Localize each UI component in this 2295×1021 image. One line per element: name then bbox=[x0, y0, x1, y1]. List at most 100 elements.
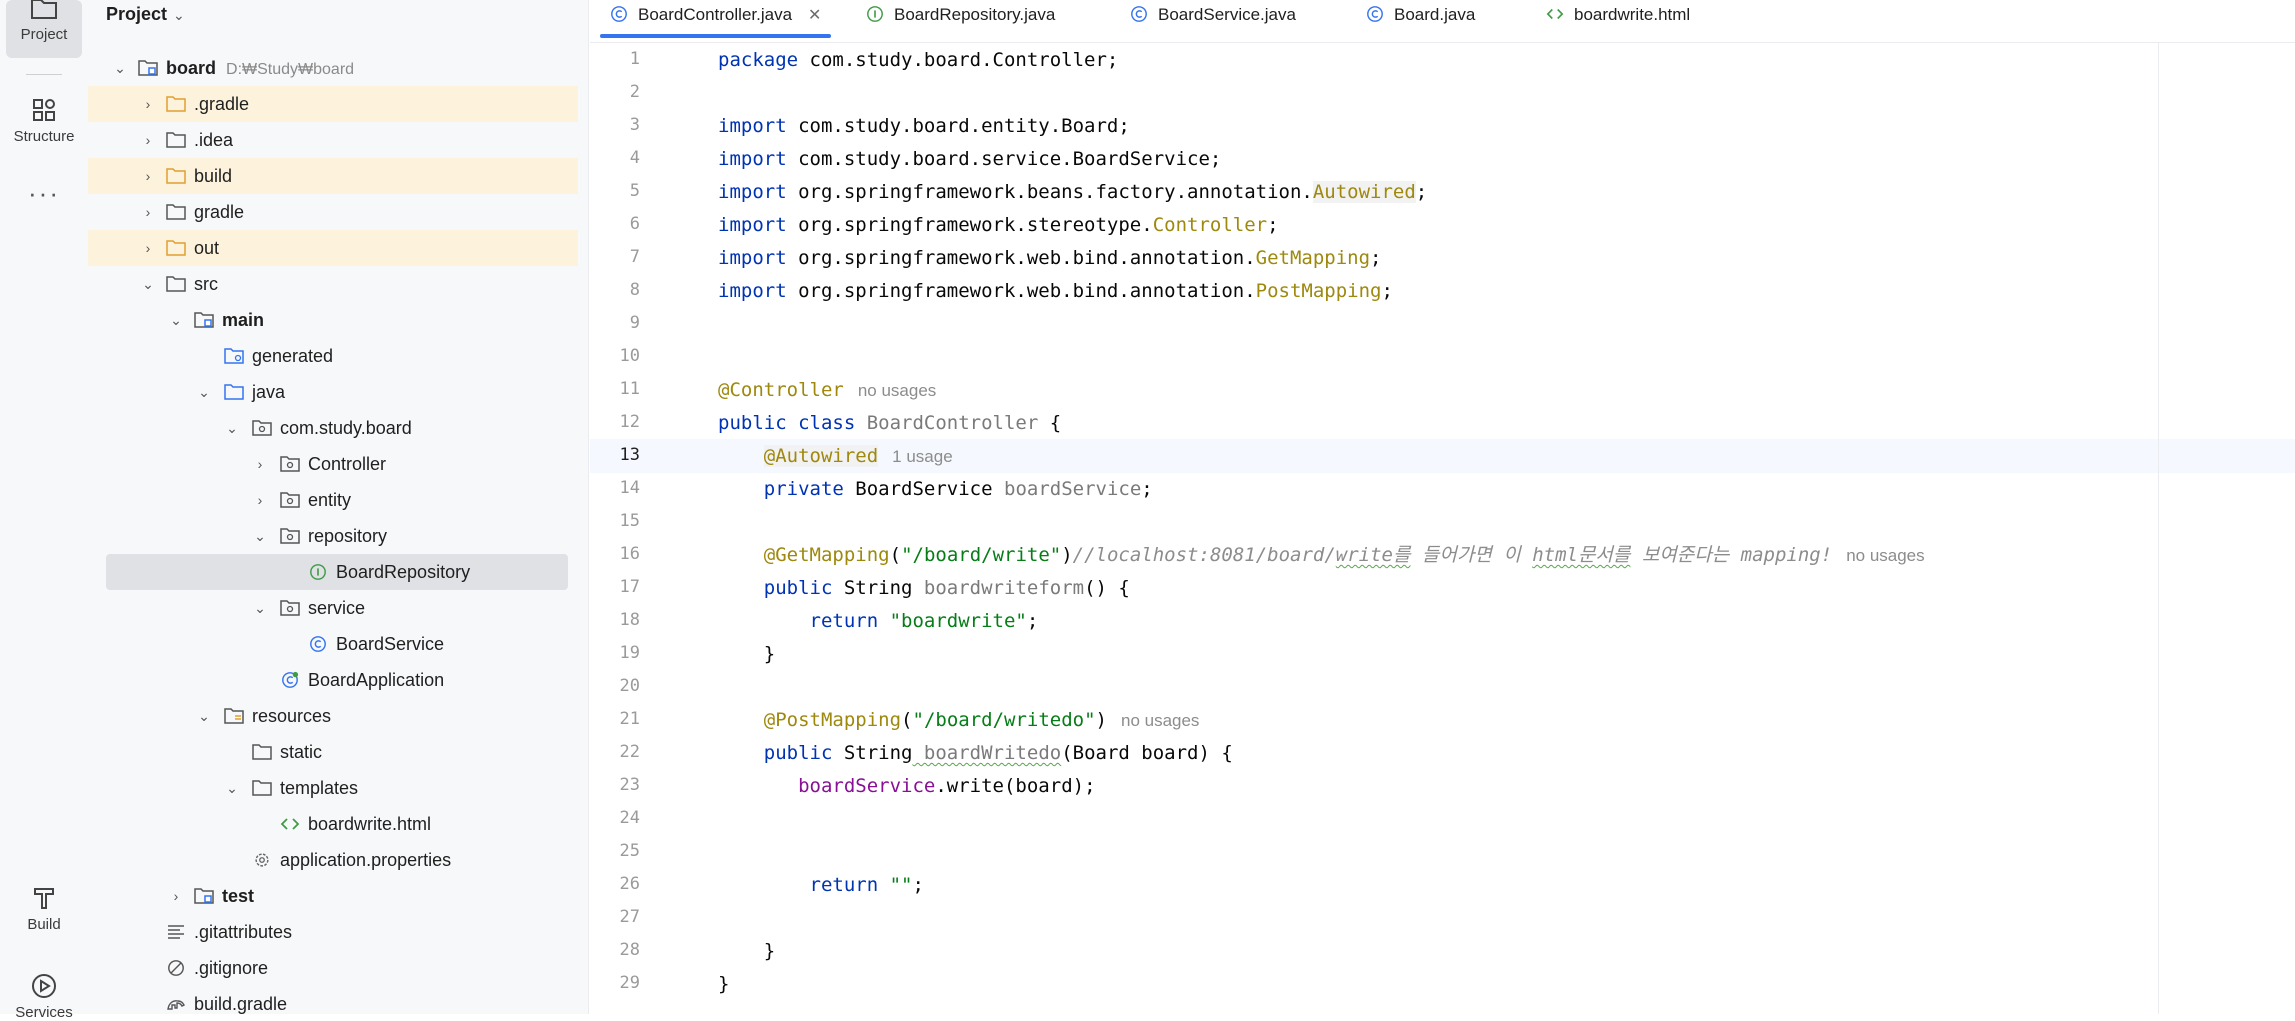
project-tool-button[interactable]: Project bbox=[6, 0, 82, 58]
tree-item-boardwrite-html[interactable]: boardwrite.html bbox=[88, 806, 578, 842]
line-number: 14 bbox=[619, 478, 640, 498]
folder-icon bbox=[31, 0, 57, 19]
code-line-22: public String boardWritedo(Board board) … bbox=[763, 742, 1233, 764]
class-icon bbox=[1131, 6, 1147, 22]
strip-divider bbox=[26, 74, 62, 75]
tree-label: service bbox=[308, 598, 366, 618]
build-tool-button[interactable]: Build bbox=[6, 884, 82, 933]
structure-tool-label: Structure bbox=[13, 128, 75, 145]
tree-item-out[interactable]: › out bbox=[88, 230, 578, 266]
project-panel-header[interactable]: Project ⌄ bbox=[106, 0, 185, 30]
code-line-6: import org.springframework.stereotype.Co… bbox=[718, 214, 1279, 236]
line-number: 12 bbox=[619, 412, 640, 432]
line-number: 22 bbox=[619, 742, 640, 762]
folder-icon bbox=[166, 276, 186, 292]
tree-item-static[interactable]: static bbox=[88, 734, 578, 770]
folder-icon bbox=[252, 780, 272, 796]
chevron-down-icon[interactable]: ⌄ bbox=[224, 770, 240, 806]
close-icon[interactable]: ✕ bbox=[808, 7, 821, 24]
project-tool-label: Project bbox=[20, 26, 68, 43]
tree-label: BoardRepository bbox=[336, 562, 471, 582]
more-tools-button[interactable]: ··· bbox=[6, 178, 82, 209]
line-number: 15 bbox=[619, 511, 640, 531]
tree-item-resources[interactable]: ⌄ resources bbox=[88, 698, 578, 734]
gradle-icon bbox=[167, 1000, 185, 1010]
tree-label: build.gradle bbox=[194, 994, 288, 1014]
tree-item-test[interactable]: › test bbox=[88, 878, 578, 914]
chevron-down-icon[interactable]: ⌄ bbox=[168, 302, 184, 338]
chevron-down-icon[interactable]: ⌄ bbox=[140, 266, 156, 302]
tree-item-src[interactable]: ⌄ src bbox=[88, 266, 578, 302]
line-number: 11 bbox=[619, 379, 640, 399]
tree-label: .gitattributes bbox=[194, 922, 293, 942]
line-number: 5 bbox=[629, 181, 640, 201]
tree-item-repository[interactable]: ⌄ repository bbox=[88, 518, 578, 554]
usage-hint: no usages bbox=[1120, 711, 1200, 730]
tab-label: BoardController.java bbox=[638, 5, 793, 24]
tree-item-build[interactable]: › build bbox=[88, 158, 578, 194]
chevron-right-icon[interactable]: › bbox=[252, 446, 268, 482]
tree-item-board-repository[interactable]: BoardRepository bbox=[106, 554, 568, 590]
line-number: 20 bbox=[619, 676, 640, 696]
chevron-down-icon[interactable]: ⌄ bbox=[252, 518, 268, 554]
tree-item-idea[interactable]: › .idea bbox=[88, 122, 578, 158]
tree-item-gradle[interactable]: › gradle bbox=[88, 194, 578, 230]
tree-label: templates bbox=[280, 778, 359, 798]
chevron-right-icon[interactable]: › bbox=[140, 122, 156, 158]
tree-item-build-gradle[interactable]: build.gradle bbox=[88, 986, 578, 1014]
html-file-icon bbox=[280, 818, 300, 830]
tree-item-board[interactable]: ⌄ board D:₩Study₩board bbox=[88, 50, 578, 86]
tree-item-board-application[interactable]: BoardApplication bbox=[88, 662, 578, 698]
project-tree: ⌄ board D:₩Study₩board › .gradle › .idea … bbox=[88, 50, 578, 1014]
code-line-4: import com.study.board.service.BoardServ… bbox=[718, 148, 1222, 170]
services-tool-label: Services bbox=[15, 1004, 73, 1021]
chevron-right-icon[interactable]: › bbox=[252, 482, 268, 518]
tree-item-gitattributes[interactable]: .gitattributes bbox=[88, 914, 578, 950]
chevron-down-icon[interactable]: ⌄ bbox=[196, 698, 212, 734]
tree-item-generated[interactable]: generated bbox=[88, 338, 578, 374]
tree-item-entity[interactable]: › entity bbox=[88, 482, 578, 518]
tree-item-gradle-cache[interactable]: › .gradle bbox=[88, 86, 578, 122]
tree-item-templates[interactable]: ⌄ templates bbox=[88, 770, 578, 806]
tab-board-repository[interactable]: BoardRepository.java bbox=[866, 0, 1055, 40]
tree-item-application-properties[interactable]: application.properties bbox=[88, 842, 578, 878]
tab-board-service[interactable]: BoardService.java bbox=[1130, 0, 1296, 40]
code-editor[interactable]: BoardController.java ✕ BoardRepository.ja… bbox=[590, 0, 2295, 1014]
tree-label: test bbox=[222, 886, 255, 906]
tree-label: application.properties bbox=[280, 850, 452, 870]
chevron-right-icon[interactable]: › bbox=[140, 86, 156, 122]
tree-item-service[interactable]: ⌄ service bbox=[88, 590, 578, 626]
tab-boardwrite-html[interactable]: boardwrite.html bbox=[1546, 0, 1690, 40]
tree-item-board-service[interactable]: BoardService bbox=[88, 626, 578, 662]
usage-hint: 1 usage bbox=[892, 447, 953, 466]
tab-board-controller[interactable]: BoardController.java ✕ bbox=[599, 0, 832, 40]
chevron-right-icon[interactable]: › bbox=[140, 194, 156, 230]
chevron-down-icon[interactable]: ⌄ bbox=[112, 50, 128, 86]
build-tool-label: Build bbox=[27, 916, 61, 933]
line-number: 9 bbox=[629, 313, 640, 333]
tree-item-package-root[interactable]: ⌄ com.study.board bbox=[88, 410, 578, 446]
tree-item-main[interactable]: ⌄ main bbox=[88, 302, 578, 338]
chevron-right-icon[interactable]: › bbox=[140, 230, 156, 266]
tree-label: .gitignore bbox=[194, 958, 269, 978]
line-number: 28 bbox=[619, 940, 640, 960]
structure-tool-button[interactable]: Structure bbox=[6, 96, 82, 145]
line-number: 3 bbox=[629, 115, 640, 135]
chevron-down-icon[interactable]: ⌄ bbox=[252, 590, 268, 626]
tab-board[interactable]: Board.java bbox=[1366, 0, 1475, 40]
code-line-17: public String boardwriteform() { bbox=[763, 577, 1130, 599]
code-line-16: @GetMapping("/board/write")//localhost:8… bbox=[763, 544, 1925, 566]
tab-label: Board.java bbox=[1394, 5, 1476, 24]
chevron-right-icon[interactable]: › bbox=[140, 158, 156, 194]
resources-folder-icon bbox=[224, 708, 244, 724]
structure-icon bbox=[33, 99, 55, 121]
line-number: 7 bbox=[629, 247, 640, 267]
tree-item-java[interactable]: ⌄ java bbox=[88, 374, 578, 410]
text-file-icon bbox=[168, 925, 184, 939]
tree-item-gitignore[interactable]: .gitignore bbox=[88, 950, 578, 986]
chevron-right-icon[interactable]: › bbox=[168, 878, 184, 914]
chevron-down-icon[interactable]: ⌄ bbox=[196, 374, 212, 410]
chevron-down-icon[interactable]: ⌄ bbox=[224, 410, 240, 446]
tree-item-controller[interactable]: › Controller bbox=[88, 446, 578, 482]
code-line-12: public class BoardController { bbox=[718, 412, 1062, 434]
